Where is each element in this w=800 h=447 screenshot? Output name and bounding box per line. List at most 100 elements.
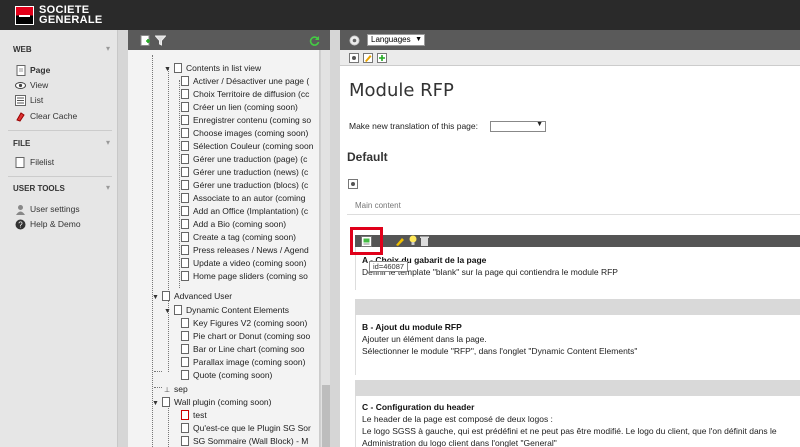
page-icon <box>181 206 189 216</box>
tree-node-label: Associate to an autor (coming <box>193 193 306 203</box>
delete-trash-icon[interactable] <box>420 236 431 247</box>
filelist-icon <box>15 157 26 168</box>
section-web[interactable]: WEB ▾ <box>13 44 110 54</box>
chevron-icon: ▾ <box>106 183 111 192</box>
svg-text:?: ? <box>18 221 23 230</box>
view-column-icon[interactable] <box>348 179 359 190</box>
section-file[interactable]: FILE ▾ <box>13 138 110 148</box>
tree-node-label: Bar or Line chart (coming soo <box>193 344 305 354</box>
tree-node[interactable]: Gérer une traduction (blocs) (c <box>181 179 308 192</box>
section-user-tools[interactable]: USER TOOLS ▾ <box>13 183 110 193</box>
tree-node-label: Dynamic Content Elements <box>186 305 289 315</box>
tree-node[interactable]: Bar or Line chart (coming soo <box>181 343 305 356</box>
content-element[interactable]: C - Configuration du header Le header de… <box>355 396 800 447</box>
page-icon <box>181 219 189 229</box>
tree-expand-icon[interactable]: ▼ <box>164 305 172 318</box>
content-element-header <box>355 235 800 247</box>
tree-node[interactable]: Activer / Désactiver une page ( <box>181 75 309 88</box>
page-icon <box>174 305 182 315</box>
tree-connector <box>168 68 169 294</box>
tree-node[interactable]: Gérer une traduction (news) (c <box>181 166 308 179</box>
nav-item-view[interactable]: View <box>13 78 113 93</box>
edit-pencil-icon[interactable] <box>395 236 406 247</box>
content-element[interactable]: B - Ajout du module RFP Ajouter un éléme… <box>355 315 800 375</box>
view-icon[interactable] <box>349 53 360 64</box>
tree-node[interactable]: Associate to an autor (coming <box>181 192 305 205</box>
new-page-icon[interactable] <box>140 35 151 46</box>
tree-node[interactable]: ▼ Contents in list view <box>164 62 261 75</box>
tree-node[interactable]: ⊥ sep <box>164 383 188 396</box>
page-tree-toolbar <box>128 30 330 50</box>
column-heading: Default <box>347 150 388 164</box>
edit-pencil-icon[interactable] <box>363 53 374 64</box>
nav-item-user-settings-label: User settings <box>30 204 80 214</box>
nav-item-help[interactable]: ? Help & Demo <box>13 217 113 232</box>
translation-select[interactable]: ▼ <box>490 121 546 132</box>
nav-item-user-settings[interactable]: User settings <box>13 202 113 217</box>
tree-node[interactable]: Pie chart or Donut (coming soo <box>181 330 310 343</box>
tree-node[interactable]: Home page sliders (coming so <box>181 270 308 283</box>
page-icon <box>181 167 189 177</box>
tree-node[interactable]: Add an Office (Implantation) (c <box>181 205 308 218</box>
nav-item-clear-cache[interactable]: Clear Cache <box>13 109 113 124</box>
tree-node-label: SG Sommaire (Wall Block) - M <box>193 436 309 446</box>
tree-node[interactable]: Key Figures V2 (coming soon) <box>181 317 307 330</box>
content-element-text: Ajouter un élément dans la page. <box>362 334 487 344</box>
content-element[interactable]: A - Choix du gabarit de la page Définir … <box>355 247 800 290</box>
tree-node[interactable]: Create a tag (coming soon) <box>181 231 296 244</box>
page-icon <box>162 291 170 301</box>
language-select[interactable]: Languages ▼ <box>367 34 425 46</box>
tree-node-label: test <box>193 410 207 420</box>
tree-scrollbar-thumb[interactable] <box>322 385 330 447</box>
content-element-text: Le header de la page est composé de deux… <box>362 414 553 424</box>
tree-expand-icon[interactable]: ▼ <box>152 291 160 304</box>
restricted-page-icon <box>181 410 189 420</box>
tree-node[interactable]: Enregistrer contenu (coming so <box>181 114 311 127</box>
tree-node[interactable]: Créer un lien (coming soon) <box>181 101 298 114</box>
tree-node-label: Gérer une traduction (page) (c <box>193 154 308 164</box>
panel-resizer[interactable] <box>118 30 128 447</box>
section-web-label: WEB <box>13 45 32 54</box>
brand-line-2: GENERALE <box>39 14 103 26</box>
tree-node-label: Update a video (coming soon) <box>193 258 307 268</box>
tree-node[interactable]: Choose images (coming soon) <box>181 127 308 140</box>
tree-node[interactable]: Gérer une traduction (page) (c <box>181 153 307 166</box>
tree-expand-icon[interactable]: ▼ <box>164 63 172 76</box>
tree-node[interactable]: Qu'est-ce que le Plugin SG Sor <box>181 422 311 435</box>
tree-node[interactable]: Sélection Couleur (coming soon <box>181 140 313 153</box>
tree-node[interactable]: Update a video (coming soon) <box>181 257 306 270</box>
nav-item-page[interactable]: Page <box>13 63 113 78</box>
tree-node[interactable]: Press releases / News / Agend <box>181 244 309 257</box>
filter-icon[interactable] <box>154 35 167 46</box>
content-element-header <box>355 299 800 315</box>
tree-node[interactable]: Parallax image (coming soon) <box>181 356 305 369</box>
tree-scrollbar[interactable] <box>320 50 330 447</box>
module-menu: WEB ▾ Page View List Clear Cache FILE ▾ Fi… <box>0 30 118 447</box>
tree-node[interactable]: ▼ Wall plugin (coming soon) <box>152 396 271 409</box>
clear-cache-icon <box>15 111 26 122</box>
tree-node-label: Qu'est-ce que le Plugin SG Sor <box>193 423 311 433</box>
nav-item-view-label: View <box>30 80 49 90</box>
divider <box>8 130 112 131</box>
refresh-icon[interactable] <box>309 35 320 46</box>
panel-resizer[interactable] <box>330 30 340 447</box>
new-content-icon[interactable] <box>377 53 388 64</box>
nav-item-list-label: List <box>30 95 44 105</box>
tree-node[interactable]: Add a Bio (coming soon) <box>181 218 286 231</box>
tree-expand-icon[interactable]: ▼ <box>152 397 160 410</box>
tree-node[interactable]: test <box>181 409 207 422</box>
chevron-icon: ▾ <box>106 44 111 53</box>
page-icon <box>181 115 189 125</box>
page-icon <box>181 331 189 341</box>
nav-item-filelist-label: Filelist <box>30 157 55 167</box>
nav-item-filelist[interactable]: Filelist <box>13 155 113 170</box>
societe-generale-logo[interactable] <box>15 6 34 25</box>
tree-node[interactable]: SG Sommaire (Wall Block) - M <box>181 435 308 447</box>
tree-node[interactable]: ▼ Advanced User <box>152 290 232 303</box>
tree-node[interactable]: Quote (coming soon) <box>181 369 272 382</box>
view-page-icon[interactable] <box>349 35 360 46</box>
tree-node[interactable]: ▼ Dynamic Content Elements <box>164 304 289 317</box>
hide-lightbulb-icon[interactable] <box>408 235 419 246</box>
tree-node[interactable]: Choix Territoire de diffusion (cc <box>181 88 309 101</box>
nav-item-list[interactable]: List <box>13 93 113 108</box>
